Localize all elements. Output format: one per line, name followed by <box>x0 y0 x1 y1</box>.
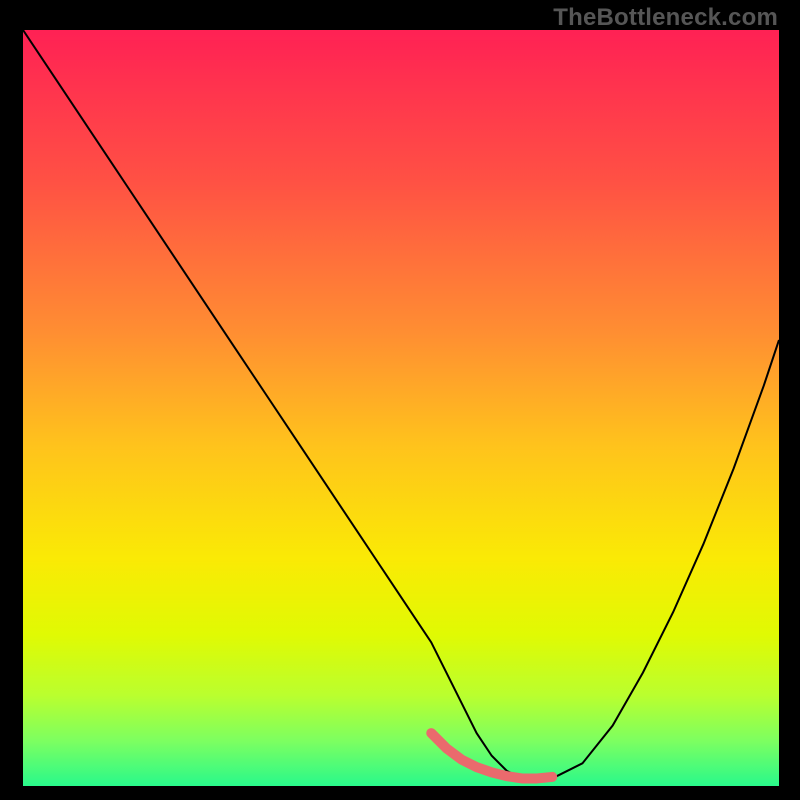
bottleneck-chart <box>23 30 779 786</box>
watermark-label: TheBottleneck.com <box>553 4 778 32</box>
gradient-background <box>23 30 779 786</box>
chart-frame: TheBottleneck.com <box>0 0 800 800</box>
